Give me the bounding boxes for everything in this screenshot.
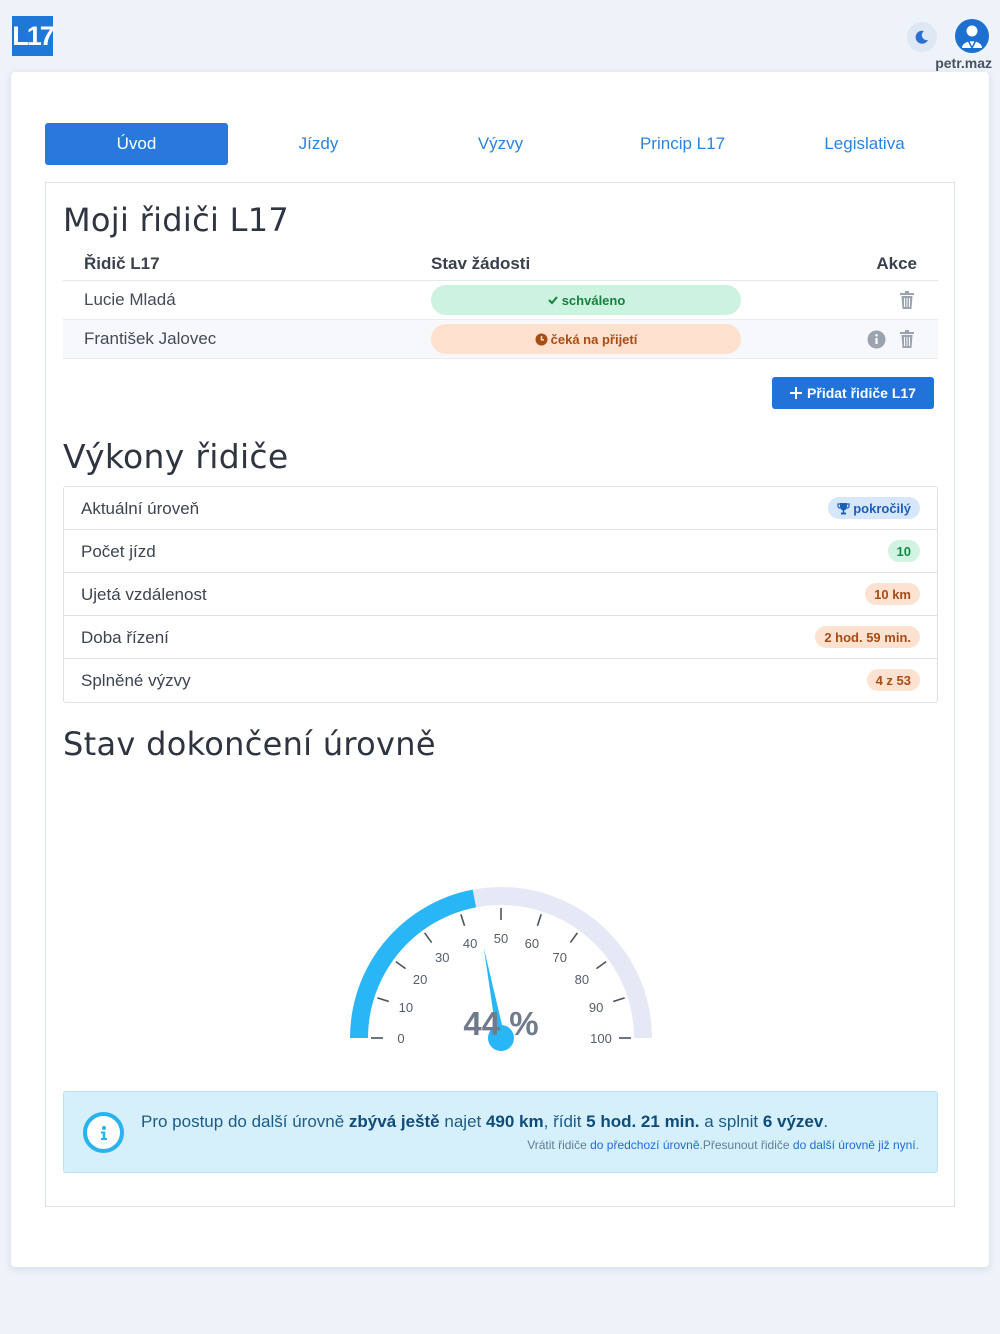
info-actions: Vrátit řidiče do předchozí úrovně.Přesun… — [527, 1138, 919, 1152]
delete-button[interactable] — [897, 290, 917, 310]
gauge-tick — [595, 960, 607, 970]
info-bold: zbývá ještě — [348, 1112, 440, 1131]
rides-badge: 10 — [887, 540, 920, 562]
tab-vyzvy[interactable]: Výzvy — [409, 123, 592, 165]
drivers-table: Řidič L17 Stav žádosti Akce Lucie Mladá … — [63, 245, 938, 359]
gauge-tick — [460, 914, 466, 927]
gauge-tick-label: 70 — [553, 950, 567, 965]
user-icon — [962, 25, 982, 50]
level-value: pokročilý — [853, 500, 911, 516]
table-row: František Jalovec čeká na přijetí — [63, 320, 938, 359]
tab-bar: Úvod Jízdy Výzvy Princip L17 Legislativa — [45, 123, 955, 165]
gauge-tick — [423, 932, 433, 944]
delete-button[interactable] — [897, 329, 917, 349]
col-actions: Akce — [876, 254, 917, 273]
status-badge: schváleno — [431, 285, 741, 315]
gauge-tick-label: 20 — [413, 972, 427, 987]
table-header: Řidič L17 Stav žádosti Akce — [63, 245, 938, 281]
info-text: najet — [439, 1112, 486, 1131]
gauge-tick — [377, 997, 390, 1003]
gauge-tick — [395, 960, 407, 970]
info-text: . — [823, 1112, 829, 1131]
info-alert: Pro postup do další úrovně zbývá ještě n… — [63, 1091, 938, 1173]
info-text: .Přesunout řidiče — [699, 1138, 793, 1152]
trash-icon — [900, 330, 914, 348]
table-row: Lucie Mladá schváleno — [63, 281, 938, 320]
list-item: Počet jízd 10 — [64, 530, 937, 573]
tab-legislativa[interactable]: Legislativa — [773, 123, 956, 165]
trash-icon — [900, 291, 914, 309]
performance-list: Aktuální úroveň pokročilý Počet jízd 10 … — [63, 486, 938, 703]
gauge-tick-label: 50 — [494, 931, 508, 946]
list-item: Ujetá vzdálenost 10 km — [64, 573, 937, 616]
duration-badge: 2 hod. 59 min. — [815, 626, 920, 648]
tab-jizdy[interactable]: Jízdy — [227, 123, 410, 165]
content-panel: Moji řidiči L17 Řidič L17 Stav žádosti A… — [45, 182, 955, 1207]
driver-name: Lucie Mladá — [84, 290, 176, 309]
tab-princip[interactable]: Princip L17 — [591, 123, 774, 165]
stat-label: Splněné výzvy — [81, 671, 191, 690]
stat-label: Aktuální úroveň — [81, 499, 200, 518]
driver-name: František Jalovec — [84, 329, 217, 348]
logo[interactable]: L17 — [12, 16, 55, 56]
level-badge: pokročilý — [828, 497, 920, 519]
clock-icon — [535, 333, 548, 345]
status-text: čeká na přijetí — [550, 331, 638, 347]
previous-level-link[interactable]: do předchozí úrovně — [590, 1138, 699, 1152]
info-text: , řídit — [543, 1112, 587, 1131]
status-badge: čeká na přijetí — [431, 324, 741, 354]
moon-icon — [915, 30, 928, 44]
username[interactable]: petr.maz — [900, 55, 992, 71]
stat-label: Počet jízd — [81, 542, 156, 561]
challenges-badge: 4 z 53 — [866, 669, 920, 691]
info-text: . — [915, 1138, 919, 1152]
stat-label: Ujetá vzdálenost — [81, 585, 207, 604]
next-level-link[interactable]: do další úrovně již nyní — [793, 1138, 916, 1152]
dark-mode-toggle[interactable] — [907, 22, 937, 52]
info-circle-icon — [867, 330, 885, 348]
gauge-tick-label: 30 — [435, 950, 449, 965]
info-message: Pro postup do další úrovně zbývá ještě n… — [141, 1112, 828, 1132]
user-avatar[interactable] — [955, 19, 989, 53]
gauge-tick-label: 80 — [575, 972, 589, 987]
info-bold: 6 výzev — [762, 1112, 824, 1131]
info-bold: 5 hod. 21 min. — [586, 1112, 700, 1131]
status-text: schváleno — [561, 292, 626, 308]
list-item: Splněné výzvy 4 z 53 — [64, 659, 937, 702]
gauge-tick-label: 0 — [397, 1031, 404, 1046]
trophy-icon — [837, 502, 850, 514]
info-text: Pro postup do další úrovně — [141, 1112, 349, 1131]
gauge-tick-label: 40 — [463, 936, 477, 951]
stat-label: Doba řízení — [81, 628, 169, 647]
info-button[interactable] — [866, 329, 886, 349]
gauge-tick — [569, 932, 579, 944]
gauge-tick-label: 100 — [590, 1031, 612, 1046]
main-card: Úvod Jízdy Výzvy Princip L17 Legislativa… — [11, 72, 989, 1267]
gauge-tick-label: 90 — [589, 1000, 603, 1015]
percent-label: 44 % — [463, 1005, 539, 1042]
distance-badge: 10 km — [865, 583, 920, 605]
check-icon — [547, 296, 558, 305]
gauge-tick — [612, 997, 625, 1003]
list-item: Aktuální úroveň pokročilý — [64, 487, 937, 530]
col-status: Stav žádosti — [431, 254, 531, 273]
tab-uvod[interactable]: Úvod — [45, 123, 228, 165]
info-bold: 490 km — [485, 1112, 544, 1131]
completion-title: Stav dokončení úrovně — [63, 725, 436, 763]
list-item: Doba řízení 2 hod. 59 min. — [64, 616, 937, 659]
gauge-tick — [536, 914, 542, 927]
add-driver-label: Přidat řidiče L17 — [807, 385, 916, 401]
gauge-tick-label: 10 — [399, 1000, 413, 1015]
add-driver-button[interactable]: Přidat řidiče L17 — [772, 377, 934, 409]
plus-icon — [790, 387, 803, 399]
performance-title: Výkony řidiče — [63, 437, 289, 476]
info-icon — [83, 1112, 124, 1153]
gauge-tick-label: 60 — [525, 936, 539, 951]
info-text: a splnit — [699, 1112, 763, 1131]
drivers-title: Moji řidiči L17 — [63, 201, 290, 239]
col-driver: Řidič L17 — [84, 254, 160, 273]
info-text: Vrátit řidiče — [527, 1138, 591, 1152]
